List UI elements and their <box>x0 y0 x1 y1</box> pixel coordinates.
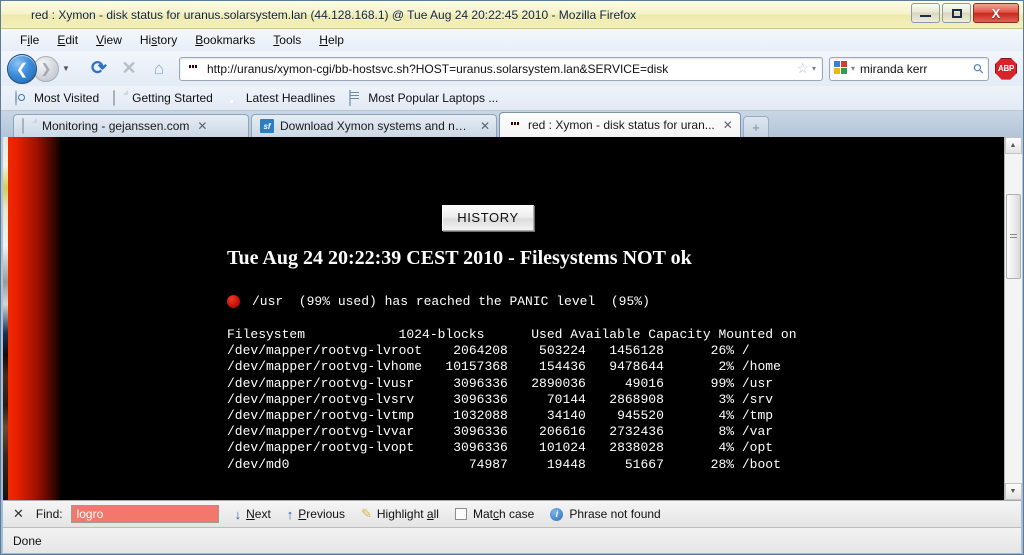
minimize-button[interactable] <box>911 3 940 23</box>
new-tab-button[interactable]: + <box>743 116 769 137</box>
status-bar: Done <box>3 527 1021 553</box>
arrow-down-icon: ↓ <box>234 506 242 522</box>
tab-download-xymon[interactable]: sf Download Xymon systems and net... ✕ <box>251 114 497 137</box>
filesystem-table: Filesystem 1024-blocks Used Available Ca… <box>227 327 797 472</box>
red-status-dot-icon <box>227 295 240 308</box>
window-title: red : Xymon - disk status for uranus.sol… <box>31 7 637 22</box>
menu-view[interactable]: View <box>87 31 131 49</box>
bookmarks-toolbar: Most Visited Getting Started Latest Head… <box>1 86 1023 111</box>
menu-bar: File Edit View History Bookmarks Tools H… <box>1 29 1023 51</box>
scroll-down-button[interactable]: ▼ <box>1004 483 1022 500</box>
bookmark-latest-headlines[interactable]: Latest Headlines <box>221 89 341 107</box>
tab-monitoring-gejanssen[interactable]: Monitoring - gejanssen.com ✕ <box>13 114 249 137</box>
firefox-window: red : Xymon - disk status for uranus.sol… <box>0 0 1024 555</box>
tab-close-icon[interactable]: ✕ <box>480 119 490 133</box>
back-button[interactable]: ❮ <box>7 53 37 84</box>
bookmark-getting-started[interactable]: Getting Started <box>107 89 219 107</box>
xymon-red-icon <box>508 118 522 132</box>
vertical-scrollbar[interactable]: ▲ ▼ <box>1004 137 1022 500</box>
tab-label: Download Xymon systems and net... <box>280 119 472 133</box>
tab-red-xymon-disk-status[interactable]: red : Xymon - disk status for uran... ✕ <box>499 112 741 137</box>
menu-help[interactable]: Help <box>310 31 353 49</box>
page-viewport: HISTORY Tue Aug 24 20:22:39 CEST 2010 - … <box>3 137 1021 500</box>
window-controls: X <box>911 3 1019 23</box>
google-icon <box>834 61 849 76</box>
chevron-down-icon[interactable]: ▾ <box>851 64 855 73</box>
close-button[interactable]: X <box>973 3 1019 23</box>
firefox-logo-icon <box>9 7 25 23</box>
table-icon <box>349 90 363 106</box>
address-bar[interactable]: http://uranus/xymon-cgi/bb-hostsvc.sh?HO… <box>179 56 823 81</box>
bookmark-label: Latest Headlines <box>245 91 336 105</box>
maximize-button[interactable] <box>942 3 971 23</box>
address-bar-text[interactable]: http://uranus/xymon-cgi/bb-hostsvc.sh?HO… <box>207 62 793 76</box>
adblock-plus-icon[interactable]: ABP <box>995 57 1017 80</box>
tab-close-icon[interactable]: ✕ <box>723 118 733 132</box>
arrow-up-icon: ↑ <box>286 506 294 522</box>
panic-alert-row: /usr (99% used) has reached the PANIC le… <box>227 294 650 309</box>
find-match-case-checkbox[interactable]: Match case <box>454 507 534 521</box>
find-highlight-all-button[interactable]: ✎ Highlight all <box>361 506 439 522</box>
stop-icon[interactable]: ✕ <box>115 55 143 83</box>
scrollbar-track[interactable] <box>1004 154 1022 483</box>
find-status-text: Phrase not found <box>569 507 661 521</box>
title-bar: red : Xymon - disk status for uranus.sol… <box>1 1 1023 29</box>
find-status: i Phrase not found <box>550 507 661 521</box>
home-icon[interactable]: ⌂ <box>145 55 173 83</box>
bookmark-label: Getting Started <box>132 91 213 105</box>
bookmark-star-icon[interactable]: ☆ <box>793 60 812 77</box>
tab-close-icon[interactable]: ✕ <box>197 119 207 133</box>
rss-icon <box>227 91 241 105</box>
scrollbar-thumb[interactable] <box>1005 194 1021 279</box>
info-icon: i <box>550 507 564 521</box>
menu-history[interactable]: History <box>131 31 186 49</box>
panic-alert-text: /usr (99% used) has reached the PANIC le… <box>252 294 650 309</box>
bookmark-label: Most Popular Laptops ... <box>368 91 499 105</box>
menu-tools[interactable]: Tools <box>264 31 310 49</box>
document-icon <box>113 90 127 106</box>
nav-buttons: ❮ ❯ ▼ ⟳ ✕ ⌂ <box>7 53 173 84</box>
find-next-button[interactable]: ↓ Next <box>235 507 271 522</box>
checkbox-icon[interactable] <box>454 508 467 520</box>
xymon-favicon-icon <box>186 61 202 77</box>
sourceforge-icon: sf <box>260 119 274 133</box>
history-button-row: HISTORY <box>3 205 973 231</box>
navigation-toolbar: ❮ ❯ ▼ ⟳ ✕ ⌂ http://uranus/xymon-cgi/bb-h… <box>1 51 1023 86</box>
chevron-down-icon[interactable]: ▼ <box>62 64 70 73</box>
find-input[interactable] <box>70 505 219 523</box>
scroll-up-button[interactable]: ▲ <box>1004 137 1022 154</box>
tab-label: red : Xymon - disk status for uran... <box>528 118 715 132</box>
search-input[interactable]: miranda kerr <box>860 62 974 76</box>
document-icon <box>22 118 36 134</box>
highlighter-icon: ✎ <box>360 506 372 521</box>
menu-bookmarks[interactable]: Bookmarks <box>186 31 264 49</box>
page-title: Tue Aug 24 20:22:39 CEST 2010 - Filesyst… <box>227 247 692 269</box>
history-button[interactable]: HISTORY <box>442 205 534 231</box>
menu-file[interactable]: File <box>11 31 48 49</box>
page-content: HISTORY Tue Aug 24 20:22:39 CEST 2010 - … <box>3 137 1021 500</box>
tab-bar: Monitoring - gejanssen.com ✕ sf Download… <box>1 111 1023 137</box>
find-bar: ✕ Find: ↓ Next ↑ Previous ✎ Highlight al… <box>3 500 1021 527</box>
bookmark-most-popular-laptops[interactable]: Most Popular Laptops ... <box>343 89 504 107</box>
reload-icon[interactable]: ⟳ <box>85 55 113 83</box>
bookmark-label: Most Visited <box>34 91 100 105</box>
find-close-icon[interactable]: ✕ <box>13 506 24 522</box>
tab-label: Monitoring - gejanssen.com <box>42 119 190 133</box>
bookmark-most-visited[interactable]: Most Visited <box>9 89 105 107</box>
chevron-down-icon[interactable]: ▾ <box>812 64 818 73</box>
status-bar-text: Done <box>13 533 42 548</box>
magnifier-bookmark-icon <box>15 90 29 106</box>
menu-edit[interactable]: Edit <box>48 31 87 49</box>
find-label: Find: <box>35 507 63 521</box>
find-previous-button[interactable]: ↑ Previous <box>287 507 345 522</box>
search-bar[interactable]: ▾ miranda kerr ⚲ <box>829 56 989 81</box>
